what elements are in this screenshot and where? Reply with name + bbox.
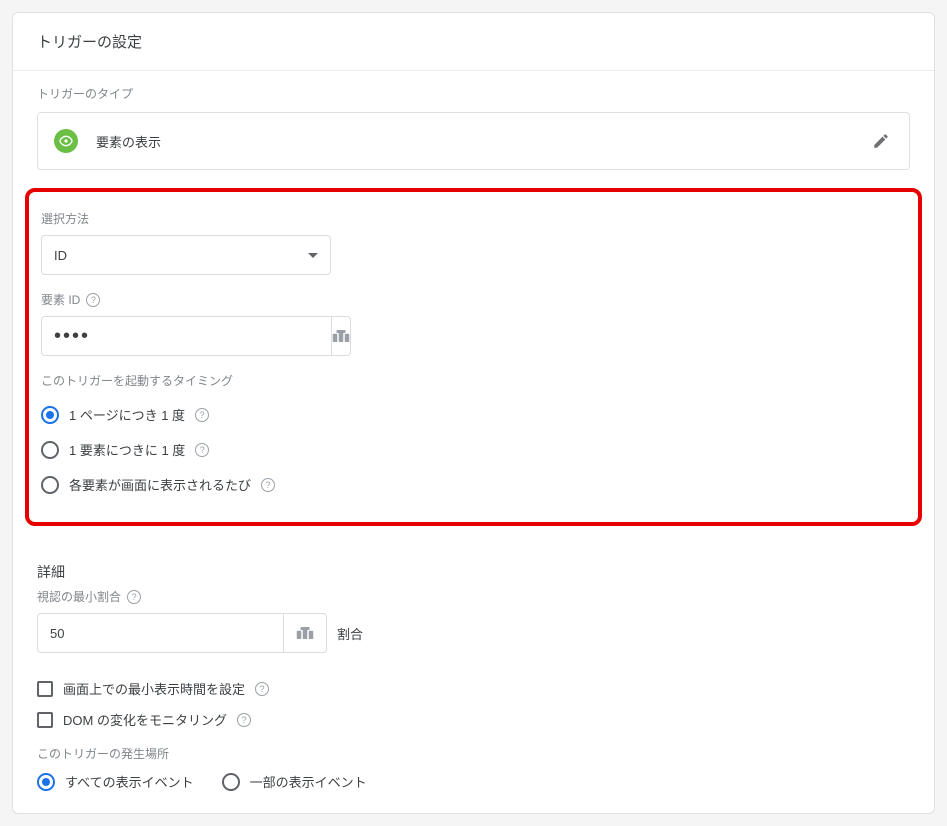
chevron-down-icon xyxy=(308,253,318,258)
trigger-type-left: 要素の表示 xyxy=(54,129,161,153)
trigger-type-section: トリガーのタイプ 要素の表示 xyxy=(13,71,934,170)
card-title: トリガーの設定 xyxy=(37,31,910,52)
pct-suffix-label: 割合 xyxy=(337,624,363,643)
timing-option-per-element[interactable]: 1 要素につきに 1 度 ? xyxy=(41,432,906,467)
element-id-variable-button[interactable] xyxy=(331,316,351,356)
radio-icon xyxy=(41,406,59,424)
help-icon[interactable]: ? xyxy=(195,443,209,457)
timing-label: このトリガーを起動するタイミング xyxy=(41,372,906,389)
fire-radio-group: すべての表示イベント 一部の表示イベント xyxy=(37,772,910,791)
help-icon[interactable]: ? xyxy=(195,408,209,422)
selection-method-dropdown[interactable]: ID xyxy=(41,235,331,275)
min-pct-input[interactable] xyxy=(37,613,283,653)
help-icon[interactable]: ? xyxy=(255,682,269,696)
fire-option-all-events[interactable]: すべての表示イベント xyxy=(37,772,194,791)
selection-method-label: 選択方法 xyxy=(41,210,906,227)
checkbox-icon xyxy=(37,681,53,697)
timing-radio-group: 1 ページにつき 1 度 ? 1 要素につきに 1 度 ? 各要素が画面に表示さ… xyxy=(41,397,906,502)
fire-option-some-events[interactable]: 一部の表示イベント xyxy=(222,772,367,791)
radio-icon xyxy=(41,476,59,494)
timing-option-every-appear[interactable]: 各要素が画面に表示されるたび ? xyxy=(41,467,906,502)
min-onscreen-duration-checkbox[interactable]: 画面上での最小表示時間を設定 ? xyxy=(37,673,910,704)
help-icon[interactable]: ? xyxy=(261,478,275,492)
min-pct-row: 割合 xyxy=(37,613,910,653)
timing-option-per-page[interactable]: 1 ページにつき 1 度 ? xyxy=(41,397,906,432)
highlighted-selection-box: 選択方法 ID 要素 ID ? このトリガーを起動するタイミング 1 ページにつ… xyxy=(25,188,922,526)
fire-location-label: このトリガーの発生場所 xyxy=(37,745,910,762)
checkbox-icon xyxy=(37,712,53,728)
card-header: トリガーの設定 xyxy=(13,13,934,71)
trigger-type-section-label: トリガーのタイプ xyxy=(37,85,910,102)
element-id-input-row xyxy=(41,316,331,356)
edit-trigger-type-button[interactable] xyxy=(869,129,893,153)
help-icon[interactable]: ? xyxy=(237,713,251,727)
details-section: 詳細 視認の最小割合 ? 割合 画面上での最小表示時間を設定 ? DOM の変化… xyxy=(13,526,934,791)
element-id-input[interactable] xyxy=(41,316,331,356)
details-heading: 詳細 xyxy=(37,562,910,582)
selection-method-value: ID xyxy=(54,248,67,263)
trigger-type-label: 要素の表示 xyxy=(96,132,161,151)
visibility-eye-icon xyxy=(54,129,78,153)
min-pct-variable-button[interactable] xyxy=(283,613,327,653)
help-icon[interactable]: ? xyxy=(127,590,141,604)
radio-icon xyxy=(41,441,59,459)
min-pct-label: 視認の最小割合 ? xyxy=(37,588,910,605)
observe-dom-changes-checkbox[interactable]: DOM の変化をモニタリング ? xyxy=(37,704,910,735)
trigger-type-row[interactable]: 要素の表示 xyxy=(37,112,910,170)
element-id-label: 要素 ID ? xyxy=(41,291,906,308)
help-icon[interactable]: ? xyxy=(86,293,100,307)
radio-icon xyxy=(222,773,240,791)
trigger-config-card: トリガーの設定 トリガーのタイプ 要素の表示 選択方法 ID 要素 ID ? xyxy=(12,12,935,814)
radio-icon xyxy=(37,773,55,791)
